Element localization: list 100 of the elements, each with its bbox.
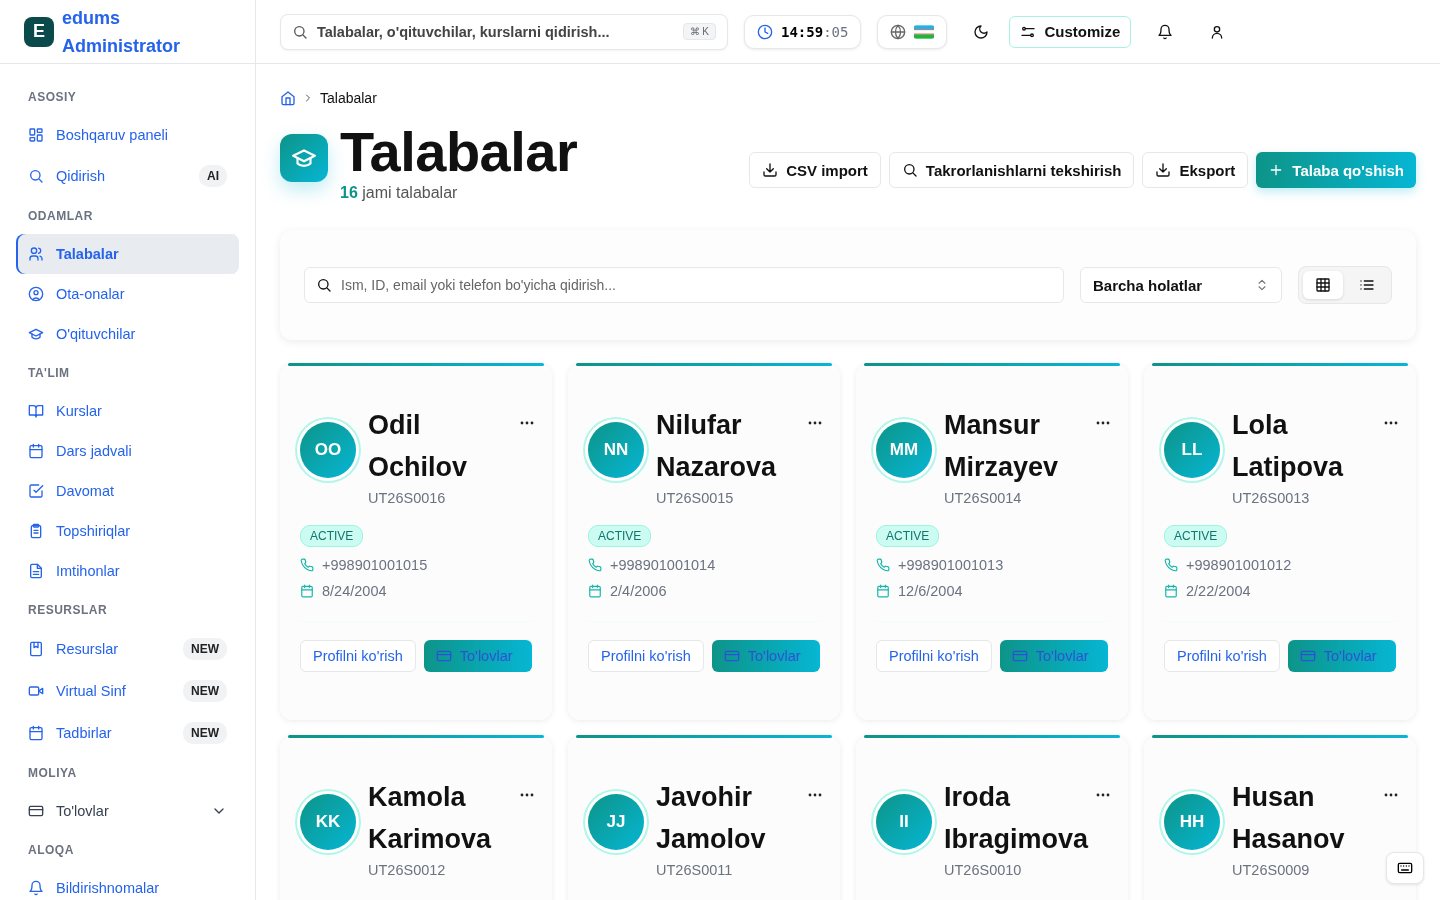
clock-button[interactable]: 14:59:05	[744, 14, 862, 49]
student-name: Odil Ochilov	[368, 409, 468, 484]
book-icon	[28, 403, 44, 419]
download-icon	[1155, 162, 1172, 178]
search-field[interactable]: Ism, ID, email yoki telefon bo'yicha qidirish...	[304, 267, 1064, 303]
document-icon	[28, 563, 44, 579]
section-label: ODAMLAR	[27, 208, 94, 225]
calendar-icon	[876, 584, 890, 598]
search-icon	[28, 168, 44, 184]
status-dropdown[interactable]: Barcha holatlar	[1080, 267, 1282, 303]
student-id: UT26S0014	[944, 490, 1022, 506]
home-link[interactable]	[280, 90, 296, 106]
student-id: UT26S0013	[1232, 490, 1310, 506]
nav-badge: NEW	[183, 722, 227, 744]
phone-icon	[876, 558, 890, 572]
sidebar-item[interactable]: Davomat	[16, 471, 239, 511]
globe-icon	[890, 23, 907, 40]
check-duplicates-button[interactable]: Takrorlanishlarni tekshirish	[888, 152, 1135, 188]
user-circle-icon	[28, 286, 44, 302]
section-label: ALOQA	[27, 842, 75, 859]
birth-date: 2/4/2006	[610, 583, 667, 599]
add-student-button[interactable]: Talaba qo'shish	[1256, 152, 1416, 188]
sidebar-item[interactable]: Tadbirlar NEW	[16, 712, 239, 754]
nav-badge: NEW	[183, 638, 227, 660]
section-label: ASOSIY	[27, 89, 78, 106]
moon-icon	[973, 23, 990, 40]
phone-number: +998901001013	[898, 557, 1004, 573]
student-id: UT26S0011	[656, 862, 733, 878]
list-icon	[1359, 277, 1375, 293]
clipboard-icon	[28, 523, 44, 539]
student-id: UT26S0015	[656, 490, 734, 506]
sidebar-item[interactable]: Imtihonlar	[16, 551, 239, 591]
clock-icon	[757, 23, 773, 40]
calendar-icon	[28, 443, 44, 459]
view-profile-button[interactable]: Profilni ko'rish	[300, 640, 416, 672]
sidebar-item[interactable]: Topshiriqlar	[16, 511, 239, 551]
sidebar-item[interactable]: Dars jadvali	[16, 431, 239, 471]
phone-icon	[300, 558, 314, 572]
nav-badge: NEW	[183, 680, 227, 702]
credit-card-icon	[723, 648, 740, 664]
view-profile-button[interactable]: Profilni ko'rish	[1164, 640, 1280, 672]
brand-role: Administrator	[62, 34, 180, 58]
phone-number: +998901001015	[322, 557, 428, 573]
bell-icon	[1157, 23, 1174, 40]
view-profile-button[interactable]: Profilni ko'rish	[876, 640, 992, 672]
grid-icon	[28, 127, 44, 143]
status-badge: ACTIVE	[300, 525, 364, 547]
language-button[interactable]	[877, 14, 948, 49]
student-id: UT26S0009	[1232, 862, 1310, 878]
status-badge: ACTIVE	[1164, 525, 1228, 547]
student-name: Javohir Jamolov	[656, 781, 766, 856]
sidebar-item[interactable]: To'lovlar	[16, 791, 239, 831]
import-button[interactable]: CSV import	[749, 152, 881, 188]
sidebar-item[interactable]: Ota-onalar	[16, 274, 239, 314]
sidebar-item[interactable]: Kurslar	[16, 391, 239, 431]
student-id: UT26S0010	[944, 862, 1022, 878]
checkbox-icon	[28, 483, 44, 499]
birth-date: 12/6/2004	[898, 583, 963, 599]
video-camera-icon	[28, 683, 44, 699]
birth-date: 2/22/2004	[1186, 583, 1251, 599]
logo-mark: E	[24, 16, 54, 47]
calendar-icon	[1164, 584, 1178, 598]
nav-badge: AI	[199, 165, 227, 187]
sidebar-item[interactable]: Virtual Sinf NEW	[16, 670, 239, 712]
status-badge: ACTIVE	[588, 525, 652, 547]
download-icon	[762, 162, 779, 178]
sidebar-item[interactable]: Boshqaruv paneli	[16, 115, 239, 155]
graduation-cap-icon	[28, 326, 44, 342]
status-badge: ACTIVE	[876, 525, 940, 547]
grid-icon	[1315, 277, 1331, 293]
ellipsis-icon	[1096, 421, 1110, 425]
student-name: Husan Hasanov	[1232, 781, 1345, 856]
credit-card-icon	[1299, 648, 1316, 664]
view-profile-button[interactable]: Profilni ko'rish	[588, 640, 704, 672]
export-button[interactable]: Eksport	[1142, 152, 1249, 188]
section-label: TA'LIM	[27, 365, 71, 382]
sidebar-item[interactable]: Talabalar	[16, 234, 239, 274]
keyboard-icon	[1397, 860, 1413, 876]
home-icon	[280, 90, 296, 106]
sidebar-item[interactable]: Qidirish AI	[16, 155, 239, 197]
sidebar-item[interactable]: O'qituvchilar	[16, 314, 239, 354]
ellipsis-icon	[808, 421, 822, 425]
bookmark-icon	[28, 641, 44, 657]
phone-number: +998901001014	[610, 557, 716, 573]
ellipsis-icon	[1096, 793, 1110, 797]
calendar-icon	[300, 584, 314, 598]
sidebar-item[interactable]: Bildirishnomalar	[16, 868, 239, 900]
phone-icon	[1164, 558, 1178, 572]
keyboard-button[interactable]	[1386, 852, 1424, 884]
ellipsis-icon	[520, 793, 534, 797]
users-icon	[28, 246, 44, 262]
phone-number: +998901001012	[1186, 557, 1292, 573]
ellipsis-icon	[1384, 421, 1398, 425]
sidebar-item[interactable]: Resurslar NEW	[16, 628, 239, 670]
ellipsis-icon	[808, 793, 822, 797]
student-id: UT26S0016	[368, 490, 446, 506]
grid-view-button[interactable]	[1303, 271, 1343, 299]
customize-button[interactable]: Customize	[1009, 15, 1132, 48]
breadcrumb-current: Talabalar	[320, 90, 377, 106]
student-name: Kamola Karimova	[368, 781, 492, 856]
